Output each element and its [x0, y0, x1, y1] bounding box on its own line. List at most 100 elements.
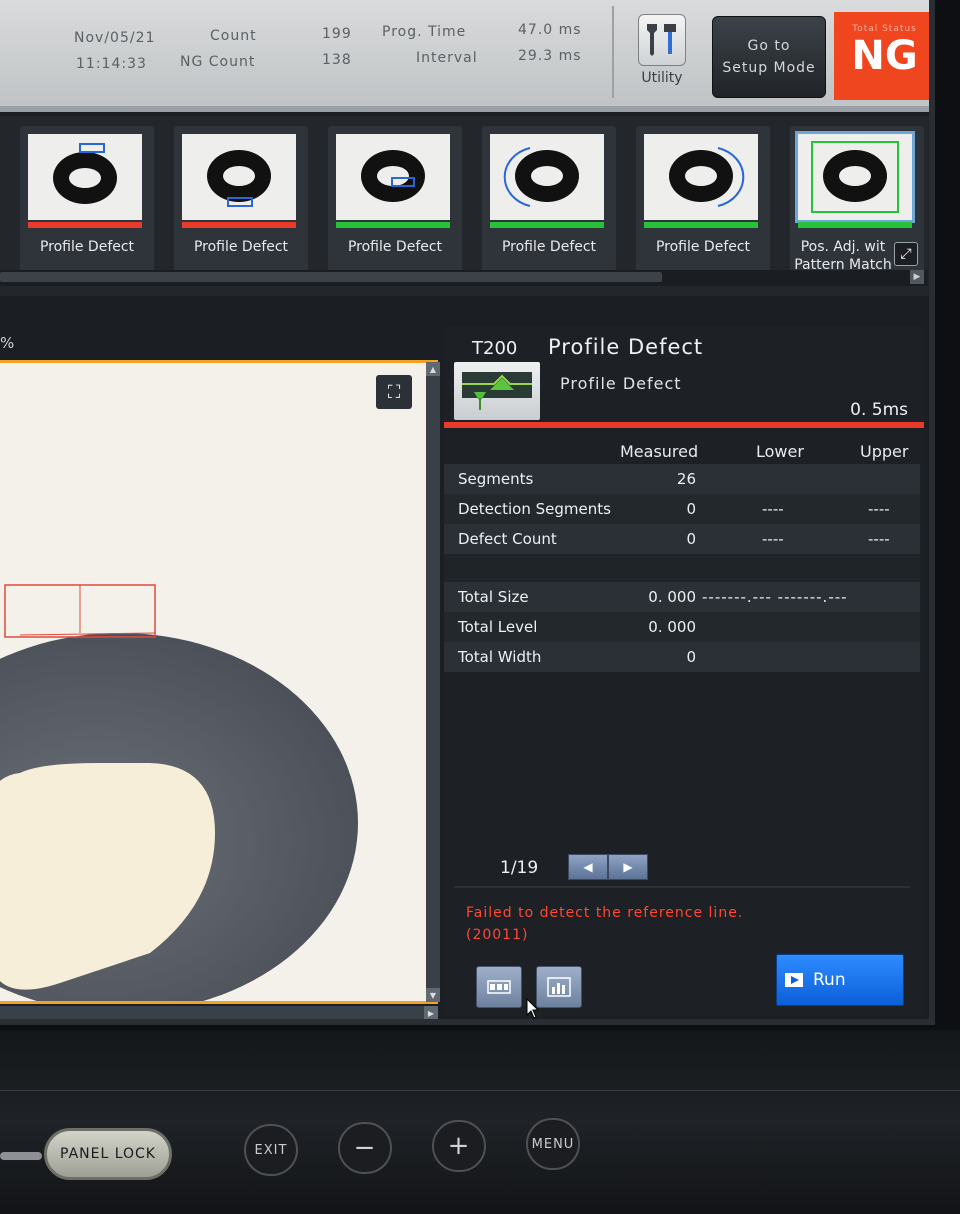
tool-status-bar [182, 222, 296, 228]
tool-subtitle: Profile Defect [560, 374, 682, 393]
tool-card-3[interactable]: Profile Defect [328, 126, 462, 276]
tool-title: Profile Defect [548, 335, 704, 359]
row-measured: 0 [686, 648, 696, 666]
tool-card-4[interactable]: Profile Defect [482, 126, 616, 276]
tool-card-6[interactable]: Pos. Adj. wit Pattern Match ⤢ [790, 126, 924, 276]
tool-status-bar [28, 222, 142, 228]
tool-label: Pos. Adj. wit Pattern Match [780, 238, 906, 274]
scroll-right-icon[interactable]: ▶ [424, 1006, 438, 1019]
menu-button[interactable]: MENU [526, 1118, 580, 1170]
scroll-right-icon[interactable]: ▶ [910, 270, 924, 284]
tool-status-bar [490, 222, 604, 228]
row-upper: ---- [868, 500, 890, 518]
profile-defect-icon [454, 362, 540, 420]
table-row[interactable]: Total Width 0 [444, 642, 920, 672]
zoom-label: % [0, 334, 15, 352]
row-measured: 26 [676, 470, 696, 488]
scroll-down-icon[interactable]: ▼ [426, 988, 440, 1002]
col-upper: Upper [860, 442, 909, 461]
tool-card-2[interactable]: Profile Defect [174, 126, 308, 276]
table-view-icon [487, 980, 511, 994]
processing-time: 0. 5ms [850, 400, 908, 420]
tool-thumbnail [644, 134, 758, 220]
go-to-setup-mode-button[interactable]: Go to Setup Mode [712, 16, 826, 98]
bar-chart-icon [547, 977, 571, 997]
error-code: (20011) [466, 927, 529, 943]
result-panel: T200 Profile Defect Profile Defect 0. 5m… [444, 326, 924, 1016]
tool-thumbnail [336, 134, 450, 220]
page-indicator: 1/19 [500, 858, 539, 878]
tool-status-bar [798, 222, 912, 228]
tool-label: Profile Defect [39, 239, 135, 255]
row-measured: 0 [686, 500, 696, 518]
error-message: Failed to detect the reference line. (20… [466, 902, 743, 946]
tool-label: Profile Defect [655, 239, 751, 255]
table-view-button[interactable] [476, 966, 522, 1008]
count-label: Count [210, 28, 257, 44]
status-divider [612, 6, 614, 98]
scrollbar-thumb[interactable] [0, 272, 662, 282]
fullscreen-icon[interactable]: ⛶ [376, 375, 412, 409]
status-underline [0, 106, 929, 112]
tool-card-5[interactable]: Profile Defect [636, 126, 770, 276]
utility-label: Utility [641, 70, 683, 86]
bezel-seam [0, 1090, 960, 1091]
tool-status-bar [336, 222, 450, 228]
row-name: Detection Segments [458, 500, 611, 518]
exit-button[interactable]: EXIT [244, 1124, 298, 1176]
table-row[interactable]: Detection Segments 0 ---- ---- [444, 494, 920, 524]
scroll-up-icon[interactable]: ▲ [426, 362, 440, 376]
tool-strip-scrollbar[interactable]: ▶ [0, 270, 928, 286]
interval-label: Interval [416, 50, 478, 66]
tool-label: Profile Defect [193, 239, 289, 255]
image-vertical-scrollbar[interactable]: ▲ ▼ [426, 362, 440, 1002]
row-name: Total Width [458, 648, 542, 666]
total-status-indicator: Total Status NG [834, 12, 929, 100]
col-lower: Lower [756, 442, 804, 461]
col-measured: Measured [620, 442, 699, 461]
utility-button[interactable]: Utility [622, 14, 702, 100]
expand-icon[interactable]: ⤢ [894, 242, 918, 266]
table-spacer [444, 554, 920, 582]
tool-label: Profile Defect [501, 239, 597, 255]
chart-view-button[interactable] [536, 966, 582, 1008]
message-divider [454, 886, 910, 888]
prev-page-button[interactable]: ◀ [568, 854, 608, 880]
interval-value: 29.3 ms [518, 48, 582, 64]
plus-button[interactable]: + [432, 1120, 486, 1172]
table-row[interactable]: Segments 26 [444, 464, 920, 494]
table-row[interactable]: Defect Count 0 ---- ---- [444, 524, 920, 554]
status-time: 11:14:33 [76, 56, 147, 72]
tool-card-1[interactable]: Profile Defect [20, 126, 154, 276]
tool-id: T200 [472, 338, 518, 359]
slider-switch[interactable] [0, 1152, 42, 1160]
tools-icon [638, 14, 686, 66]
camera-image [0, 363, 435, 1001]
table-row[interactable]: Total Level 0. 000 [444, 612, 920, 642]
next-page-button[interactable]: ▶ [608, 854, 648, 880]
panel-lock-button[interactable]: PANEL LOCK [44, 1128, 172, 1180]
ng-count-label: NG Count [180, 54, 256, 70]
setup-line-2: Setup Mode [722, 60, 816, 76]
tool-thumbnail [182, 134, 296, 220]
result-table: Measured Lower Upper Segments 26 Detecti… [444, 434, 920, 672]
image-horizontal-scrollbar[interactable]: ▶ [0, 1006, 438, 1019]
ng-count-value: 138 [322, 52, 352, 68]
table-header: Measured Lower Upper [444, 434, 920, 464]
prog-time-value: 47.0 ms [518, 22, 582, 38]
status-date: Nov/05/21 [74, 30, 156, 46]
table-row[interactable]: Total Size 0. 000 -------.--- -------.--… [444, 582, 920, 612]
status-info: Nov/05/21 11:14:33 Count NG Count 199 13… [0, 0, 612, 102]
run-button[interactable]: Run [776, 954, 904, 1006]
total-status-value: NG [851, 33, 918, 79]
row-name: Total Level [458, 618, 538, 636]
run-label: Run [813, 970, 846, 990]
minus-button[interactable]: − [338, 1122, 392, 1174]
setup-line-1: Go to [747, 38, 791, 54]
row-upper: ---- [868, 530, 890, 548]
monitor-screen: Nov/05/21 11:14:33 Count NG Count 199 13… [0, 0, 935, 1025]
count-value: 199 [322, 26, 352, 42]
row-measured: 0. 000 [648, 588, 696, 606]
camera-image-view[interactable]: ⛶ [0, 360, 438, 1004]
tool-strip: Profile Defect Profile Defect Profile De… [0, 116, 929, 296]
